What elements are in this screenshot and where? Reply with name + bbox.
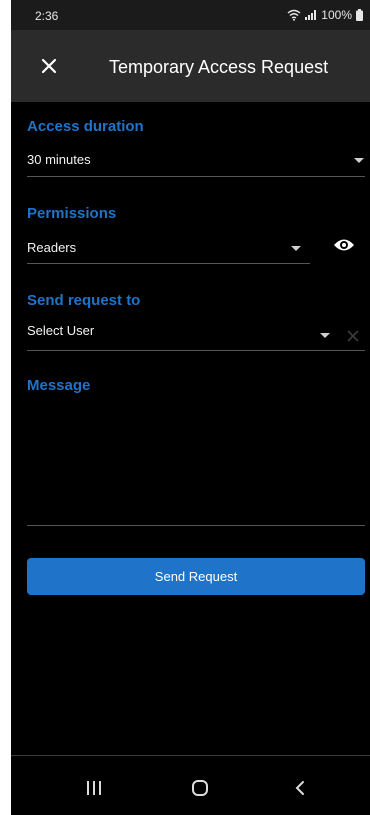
page-title: Temporary Access Request: [109, 57, 329, 77]
close-icon[interactable]: [37, 54, 61, 78]
home-icon[interactable]: [185, 776, 215, 800]
status-indicators: 100%: [287, 8, 363, 22]
app-screen: 2:36 100% Temporary Access Request Acces…: [11, 0, 370, 815]
send-request-to-label: Send request to: [27, 292, 141, 309]
chevron-down-icon: [291, 246, 301, 251]
chevron-down-icon: [320, 333, 330, 338]
access-duration-select[interactable]: 30 minutes: [27, 146, 365, 177]
status-bar: 2:36 100%: [11, 0, 370, 30]
back-icon[interactable]: [285, 776, 315, 800]
wifi-icon: [287, 9, 301, 21]
eye-icon[interactable]: [333, 237, 355, 253]
battery-percent: 100%: [321, 8, 352, 22]
battery-icon: [356, 9, 363, 21]
chevron-down-icon: [354, 158, 364, 163]
message-input[interactable]: [27, 400, 365, 526]
signal-icon: [305, 10, 317, 20]
status-time: 2:36: [35, 9, 59, 23]
select-user-placeholder: Select User: [27, 323, 95, 338]
access-duration-value: 30 minutes: [27, 152, 91, 167]
select-user-input[interactable]: Select User: [27, 320, 365, 351]
system-nav-bar: [11, 756, 370, 815]
app-bar: Temporary Access Request: [11, 30, 370, 102]
send-request-button[interactable]: Send Request: [27, 558, 365, 595]
permissions-value: Readers: [27, 240, 77, 255]
permissions-label: Permissions: [27, 205, 117, 222]
permissions-select[interactable]: Readers: [27, 233, 310, 264]
recent-apps-icon[interactable]: [79, 776, 109, 800]
clear-icon[interactable]: [347, 330, 359, 342]
access-duration-label: Access duration: [27, 118, 144, 135]
message-label: Message: [27, 377, 91, 394]
